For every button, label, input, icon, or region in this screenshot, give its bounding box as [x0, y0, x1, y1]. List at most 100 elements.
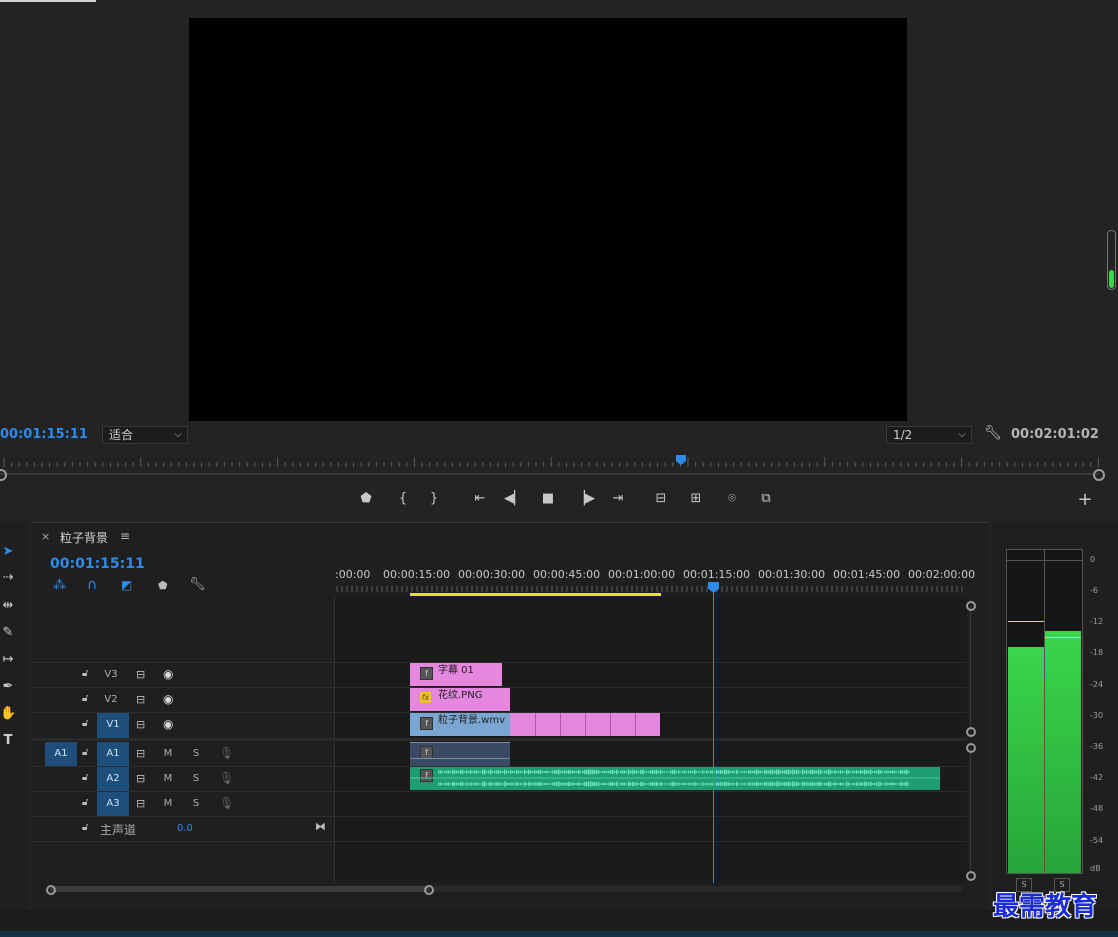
microphone-icon[interactable]: 🎙︎ — [219, 796, 234, 810]
zoom-handle-left[interactable] — [0, 469, 7, 481]
step-forward-button[interactable]: ▕▶ — [574, 489, 596, 509]
track-label[interactable]: V3 — [97, 663, 125, 687]
panel-menu-icon[interactable]: ≡ — [120, 529, 130, 543]
lock-icon[interactable]: 🔓︎ — [82, 668, 88, 679]
video-vertical-scroll-track[interactable] — [970, 606, 971, 732]
solo-button[interactable]: S — [190, 767, 202, 791]
fit-dropdown[interactable]: 适合 ⌵ — [102, 426, 188, 444]
mute-button[interactable]: M — [162, 792, 174, 816]
add-marker-icon[interactable]: ⬟ — [158, 579, 168, 592]
pen-tool-icon[interactable]: ✒ — [0, 677, 16, 697]
mute-button[interactable]: M — [162, 767, 174, 791]
wrench-icon[interactable]: 🔧︎ — [984, 425, 1002, 443]
monitor-scroll-thumb[interactable] — [1109, 270, 1114, 288]
track-header-v2: 🔓︎ V2 ⊟ ◉ — [32, 688, 335, 712]
eye-icon[interactable]: ◉ — [163, 692, 173, 706]
go-to-end-icon[interactable]: ⧓ — [315, 820, 326, 833]
taskbar-strip — [0, 931, 1118, 937]
scroll-handle[interactable] — [966, 727, 976, 737]
sync-lock-icon[interactable]: ⊟ — [136, 747, 145, 760]
clip-pattern-png[interactable]: fx 花纹.PNG — [410, 688, 510, 711]
scroll-handle[interactable] — [966, 743, 976, 753]
eye-icon[interactable]: ◉ — [163, 717, 173, 731]
camera-icon[interactable]: ⌾ — [721, 489, 743, 509]
master-volume-value[interactable]: 0.0 — [177, 823, 193, 834]
linked-selection-icon[interactable]: ◩ — [121, 578, 132, 592]
lock-icon[interactable]: 🔓︎ — [82, 822, 88, 833]
lock-icon[interactable]: 🔓︎ — [82, 718, 88, 729]
microphone-icon[interactable]: 🎙︎ — [219, 746, 234, 760]
work-area-bar[interactable] — [410, 593, 661, 596]
clip-title[interactable]: f 字幕 01 — [410, 663, 502, 686]
lift-button[interactable]: ⊟ — [650, 489, 672, 509]
track-label[interactable]: V2 — [97, 688, 125, 712]
sync-lock-icon[interactable]: ⊟ — [136, 718, 145, 731]
mute-button[interactable]: M — [162, 742, 174, 766]
track-target-v1[interactable]: V1 — [97, 713, 129, 738]
lock-icon[interactable]: 🔓︎ — [82, 772, 88, 783]
timeline-horizontal-scrollbar[interactable] — [48, 886, 962, 892]
resolution-dropdown[interactable]: 1/2 ⌵ — [886, 426, 972, 444]
audio-vertical-scroll-track[interactable] — [970, 748, 971, 874]
track-target-a2[interactable]: A2 — [97, 767, 129, 791]
slip-tool-icon[interactable]: ↦ — [0, 650, 16, 670]
type-tool-icon[interactable]: T — [0, 731, 16, 751]
scroll-handle[interactable] — [46, 885, 56, 895]
lock-icon[interactable]: 🔓︎ — [82, 747, 88, 758]
scroll-handle[interactable] — [966, 871, 976, 881]
sync-lock-icon[interactable]: ⊟ — [136, 693, 145, 706]
video-audio-divider[interactable] — [32, 738, 967, 741]
solo-button[interactable]: S — [190, 742, 202, 766]
video-preview[interactable] — [189, 18, 907, 421]
hand-tool-icon[interactable]: ✋ — [0, 704, 16, 724]
stop-button[interactable]: ■ — [537, 489, 559, 509]
monitor-scrollbar[interactable] — [1107, 230, 1116, 290]
scroll-handle[interactable] — [424, 885, 434, 895]
timeline-time-ruler[interactable]: :00:00 00:00:15:00 00:00:30:00 00:00:45:… — [335, 566, 975, 596]
track-target-a3[interactable]: A3 — [97, 792, 129, 816]
lock-icon[interactable]: 🔓︎ — [82, 797, 88, 808]
solo-button[interactable]: S — [190, 792, 202, 816]
scroll-handle[interactable] — [966, 601, 976, 611]
nest-icon[interactable]: ⁂ — [53, 578, 66, 593]
sequence-tab-label[interactable]: 粒子背景 — [60, 529, 108, 546]
selection-tool-icon[interactable]: ➤ — [0, 542, 16, 562]
razor-tool-icon[interactable]: ✎ — [0, 623, 16, 643]
go-to-out-button[interactable]: ⇥ — [607, 489, 629, 509]
sync-lock-icon[interactable]: ⊟ — [136, 797, 145, 810]
track-select-tool-icon[interactable]: ⇢ — [0, 568, 16, 588]
go-to-in-button[interactable]: ⇤ — [469, 489, 491, 509]
track-header-a2: 🔓︎ A2 ⊟ M S 🎙︎ — [32, 767, 335, 791]
mark-out-button[interactable]: } — [423, 489, 445, 509]
monitor-time-ruler[interactable] — [0, 457, 1100, 469]
clip-segment-divider — [610, 713, 611, 736]
ripple-edit-tool-icon[interactable]: ⇹ — [0, 596, 16, 616]
audio-clip-a2[interactable]: f — [410, 767, 940, 790]
audio-clip-a1[interactable]: f — [410, 742, 510, 766]
timeline-playhead-line[interactable] — [713, 587, 714, 883]
compare-button[interactable]: ⧉ — [755, 489, 777, 509]
horizontal-scroll-thumb[interactable] — [51, 886, 429, 892]
lock-icon[interactable]: 🔓︎ — [82, 693, 88, 704]
zoom-handle-right[interactable] — [1093, 469, 1105, 481]
mark-in-button[interactable]: { — [392, 489, 414, 509]
monitor-zoom-bar[interactable] — [0, 473, 1098, 475]
close-tab-icon[interactable]: × — [41, 530, 50, 543]
step-back-button[interactable]: ◀▏ — [503, 489, 525, 509]
add-marker-button[interactable]: ⬟ — [355, 489, 377, 509]
clip-particle-background[interactable]: f 粒子背景.wmv — [410, 713, 510, 736]
source-patch-a1[interactable]: A1 — [45, 742, 77, 766]
timeline-settings-wrench-icon[interactable]: 🔧︎ — [189, 577, 206, 592]
microphone-icon[interactable]: 🎙︎ — [219, 771, 234, 785]
timeline-timecode[interactable]: 00:01:15:11 — [50, 556, 145, 572]
add-button[interactable]: + — [1074, 490, 1096, 510]
sync-lock-icon[interactable]: ⊟ — [136, 668, 145, 681]
sync-lock-icon[interactable]: ⊟ — [136, 772, 145, 785]
snap-magnet-icon[interactable]: ∩ — [87, 577, 97, 593]
playhead-timecode[interactable]: 00:01:15:11 — [0, 427, 88, 442]
eye-icon[interactable]: ◉ — [163, 667, 173, 681]
clip-segments-pink[interactable] — [510, 713, 660, 736]
extract-button[interactable]: ⊞ — [685, 489, 707, 509]
volume-rubberband[interactable] — [410, 758, 510, 759]
track-target-a1[interactable]: A1 — [97, 742, 129, 766]
